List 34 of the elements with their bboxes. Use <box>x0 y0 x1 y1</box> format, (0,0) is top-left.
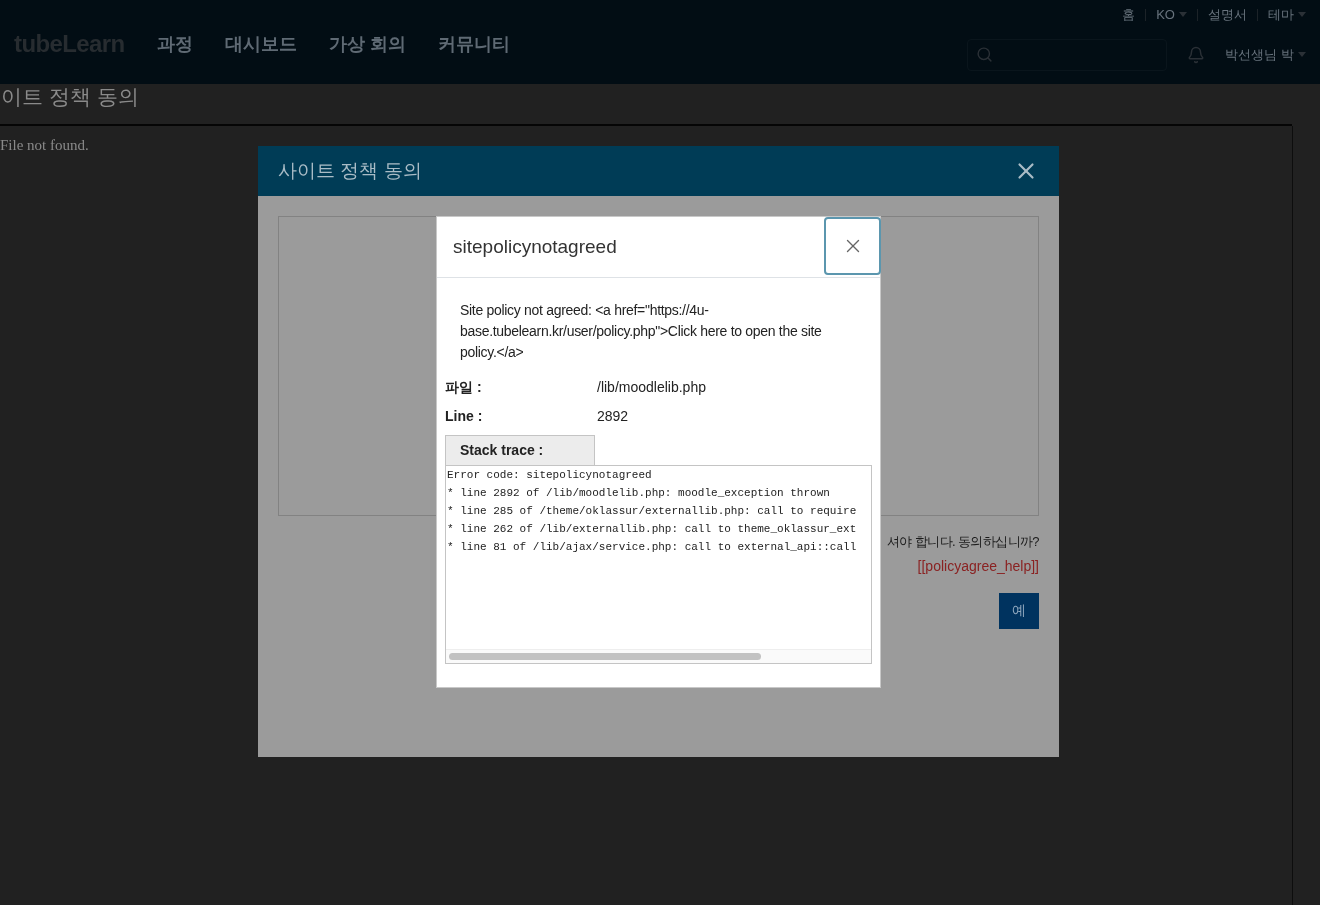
yes-button[interactable]: 예 <box>999 592 1039 629</box>
page-title: 이트 정책 동의 <box>0 83 139 110</box>
bell-icon[interactable] <box>1187 45 1206 64</box>
stack-line: Error code: sitepolicynotagreed <box>447 468 652 483</box>
scrollbar[interactable] <box>446 649 871 663</box>
detail-label: 파일 : <box>445 378 483 397</box>
top-link[interactable]: 테마 <box>1268 5 1306 25</box>
stack-line: * line 81 of /lib/ajax/service.php: call to external_api::call <box>447 540 857 555</box>
search-field[interactable] <box>967 38 1168 71</box>
nav-link[interactable]: 커뮤니티 <box>437 30 510 58</box>
caret-icon <box>1298 52 1306 57</box>
detail-label: Line : <box>445 407 484 426</box>
detail-value: /lib/moodlelib.php <box>597 378 706 397</box>
help-link[interactable]: [[policyagree_help]] <box>917 555 1039 577</box>
detail-value: 2892 <box>597 407 629 426</box>
caret-icon <box>1298 12 1306 18</box>
nav-link[interactable]: 대시보드 <box>224 30 297 58</box>
stack-line: * line 262 of /lib/externallib.php: call to theme_oklassur_ext <box>447 522 857 537</box>
modal-title: 사이트 정책 동의 <box>278 158 422 183</box>
close-button[interactable] <box>824 217 881 275</box>
error-message: Site policy not agreed: <a href="https://4u-base.tubelearn.kr/user/policy.php">Click here to open the site policy.</a> <box>459 301 823 362</box>
search-icon <box>976 46 994 63</box>
nav-link[interactable]: 가상 회의 <box>328 30 406 58</box>
policy-question: 셔야 합니다. 동의하십니까? <box>886 533 1039 551</box>
nav-link[interactable]: 과정 <box>156 30 193 58</box>
caret-icon <box>1179 12 1187 18</box>
stack-line: * line 2892 of /lib/moodlelib.php: moodle_exception thrown <box>447 486 830 501</box>
dialog-title: sitepolicynotagreed <box>453 234 617 259</box>
error-text: File not found. <box>0 136 89 155</box>
top-link[interactable]: 설명서 <box>1208 5 1247 25</box>
top-link[interactable]: KO <box>1156 5 1187 25</box>
user-menu[interactable]: 박선생님 박 <box>1225 44 1306 65</box>
stack-line: * line 285 of /theme/oklassur/externallib.php: call to require <box>447 504 857 519</box>
top-link[interactable]: 홈 <box>1122 5 1136 25</box>
